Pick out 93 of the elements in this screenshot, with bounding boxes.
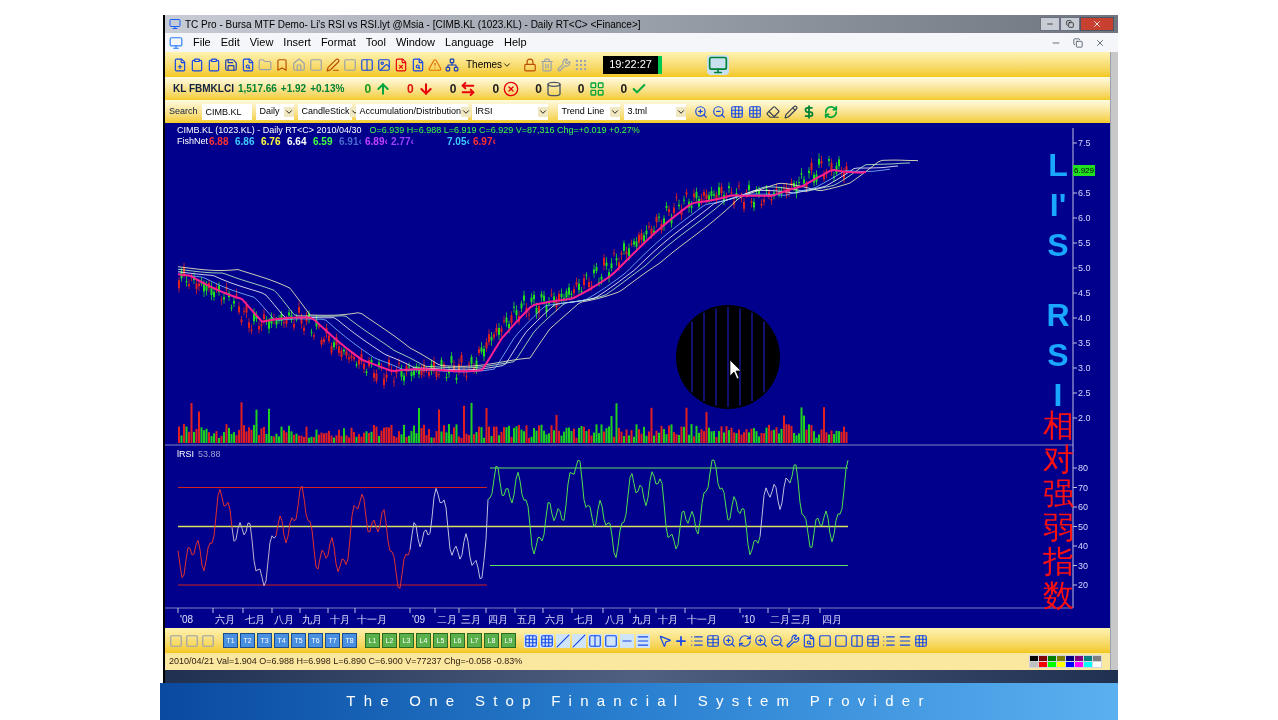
indicator-name: FishNet xyxy=(177,136,209,147)
title-letter: S xyxy=(1047,226,1069,265)
axis-label: 3.5 xyxy=(1078,338,1091,348)
symbol-field[interactable]: CIMB.KL xyxy=(201,103,252,120)
indicator-value: 7.05‹ xyxy=(447,136,471,147)
indicator-value: 6.76 xyxy=(261,136,282,147)
axis-label: 70 xyxy=(1078,482,1088,493)
index-value: 1,517.66 xyxy=(237,82,277,96)
axis-label: 3.0 xyxy=(1078,363,1091,373)
menu-item[interactable]: View xyxy=(249,34,274,51)
title-letter: R xyxy=(1046,296,1070,335)
rsi-value: 53.88 xyxy=(198,448,221,461)
axis-label: 60 xyxy=(1078,502,1088,512)
themes-button[interactable]: Themes xyxy=(466,57,513,72)
menu-item[interactable]: Edit xyxy=(220,34,240,51)
dropdown-select[interactable]: Accumulation/Distribution xyxy=(355,103,468,120)
axis-label: 十一月 xyxy=(357,614,387,625)
axis-label: 7.5 xyxy=(1078,138,1091,148)
indicator-value: 2.77‹ xyxy=(391,136,415,147)
menu-item[interactable]: Tool xyxy=(365,34,386,51)
axis-label: 20 xyxy=(1078,580,1088,590)
axis-label: 5.5 xyxy=(1078,238,1091,248)
axis-label: 六月 xyxy=(545,614,565,625)
axis-label: 三月 xyxy=(791,614,811,625)
counter-value: 0 xyxy=(620,80,628,98)
menu-item[interactable]: Help xyxy=(504,34,527,51)
axis-label: 十月 xyxy=(330,614,350,625)
dropdown-select[interactable]: lRSI xyxy=(471,103,548,120)
axis-label: 四月 xyxy=(488,614,508,625)
axis-label: 40 xyxy=(1078,541,1088,551)
axis-label: '10 xyxy=(742,614,756,625)
index-percent: +0.13% xyxy=(310,82,345,96)
title-letter: S xyxy=(1047,336,1069,375)
axis-label: 十月 xyxy=(658,614,678,625)
axis-label: 十一月 xyxy=(687,614,717,625)
status-text: 2010/04/21 Val=1.904 O=6.988 H=6.998 L=6.890 C=6.900 V=77237 Chg=-0.058 -0.83% xyxy=(169,654,523,668)
counter-value: 0 xyxy=(577,80,585,98)
chart-header: CIMB.KL (1023.KL) - Daily RT<C> 2010/04/30 xyxy=(177,125,362,136)
title-letter: L xyxy=(1048,146,1068,185)
axis-label: '08 xyxy=(180,614,194,625)
index-name: KL FBMKLCI xyxy=(173,82,234,96)
counter-value: 0 xyxy=(449,80,457,98)
window-title: TC Pro - Bursa MTF Demo- Li's RSI vs RSI.lyt @Msia - [CIMB.KL (1023.KL) - Daily RT<C> <Finance>] xyxy=(185,17,641,32)
menu-item[interactable]: Language xyxy=(445,34,494,51)
menu-item[interactable]: File xyxy=(193,34,211,51)
last-price-badge: 6.929 xyxy=(1073,165,1096,176)
counter-value: 0 xyxy=(364,80,372,98)
quote-values: O=6.939 H=6.988 L=6.919 C=6.929 V=87,316 Chg=+0.019 +0.27% xyxy=(369,125,640,136)
indicator-value: 6.97‹ xyxy=(473,136,497,147)
indicator-value: 6.91‹ xyxy=(339,136,363,147)
dropdown-select[interactable]: Daily xyxy=(255,103,294,120)
axis-label: 5.0 xyxy=(1078,263,1091,273)
axis-label: 三月 xyxy=(461,614,481,625)
indicator-value: 6.88 xyxy=(209,136,230,147)
title-letter: I' xyxy=(1049,186,1067,225)
indicator-value: 6.86 xyxy=(235,136,256,147)
axis-label: 6.0 xyxy=(1078,213,1091,223)
axis-label: 2.0 xyxy=(1078,413,1091,423)
counter-value: 0 xyxy=(407,80,414,98)
axis-label: 二月 xyxy=(437,614,457,625)
axis-label: 四月 xyxy=(822,614,842,625)
menu-item[interactable]: Insert xyxy=(283,34,311,51)
axis-label: 6.5 xyxy=(1078,188,1091,198)
axis-label: 4.0 xyxy=(1078,313,1091,323)
axis-label: 八月 xyxy=(605,614,625,625)
axis-label: 50 xyxy=(1078,521,1088,532)
axis-label: 六月 xyxy=(215,614,235,625)
search-label: Search xyxy=(169,104,198,118)
clock-display: 19:22:27 xyxy=(603,55,662,74)
axis-label: 九月 xyxy=(302,614,322,625)
rsi-label: lRSI xyxy=(177,448,194,461)
axis-label: 九月 xyxy=(632,614,652,625)
indicator-value: 6.89‹ xyxy=(365,136,389,147)
axis-label: 2.5 xyxy=(1078,388,1091,398)
axis-label: 30 xyxy=(1078,560,1088,571)
axis-label: 80 xyxy=(1078,463,1088,473)
axis-label: 二月 xyxy=(770,614,790,625)
counter-value: 0 xyxy=(535,80,542,98)
axis-label: 八月 xyxy=(274,614,294,625)
indicator-value: 6.59 xyxy=(313,136,334,147)
banner-slogan: The One Stop Financial System Provider xyxy=(346,691,932,712)
indicator-value: 6.64 xyxy=(287,136,308,147)
axis-label: 七月 xyxy=(574,614,594,625)
axis-label: 五月 xyxy=(517,614,537,625)
axis-label: 4.5 xyxy=(1078,288,1091,298)
axis-label: 七月 xyxy=(245,614,265,625)
dropdown-select[interactable]: Trend Line xyxy=(557,103,620,120)
menu-item[interactable]: Format xyxy=(320,34,356,51)
index-change: +1.92 xyxy=(280,82,307,96)
dropdown-select[interactable]: 3.tml xyxy=(623,103,686,120)
axis-label: '09 xyxy=(412,614,426,625)
menu-item[interactable]: Window xyxy=(395,34,436,51)
counter-value: 0 xyxy=(492,80,500,98)
